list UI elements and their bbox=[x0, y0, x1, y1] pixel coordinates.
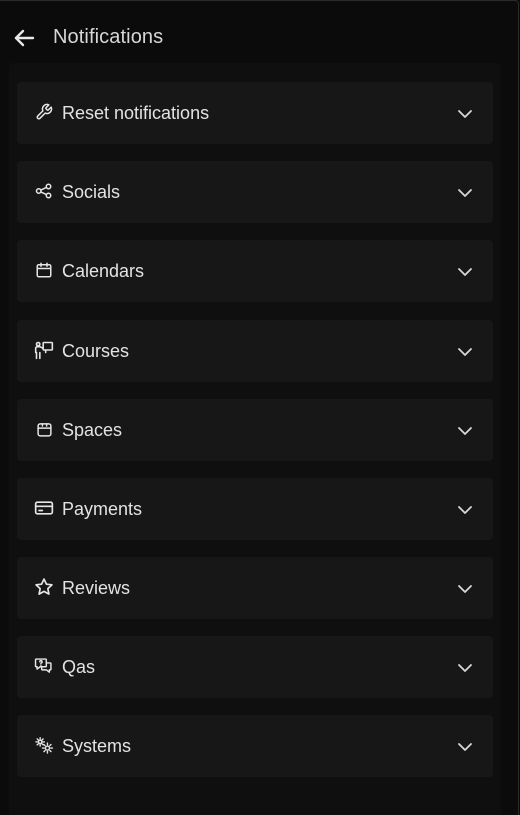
chevron-down-icon[interactable] bbox=[456, 343, 474, 361]
back-button[interactable] bbox=[12, 27, 36, 49]
chat-question-icon bbox=[34, 656, 54, 676]
wrench-icon bbox=[34, 102, 54, 122]
chevron-down-icon[interactable] bbox=[456, 501, 474, 519]
chevron-down-icon[interactable] bbox=[456, 580, 474, 598]
section-label: Reviews bbox=[62, 578, 131, 598]
section-systems[interactable]: Systems bbox=[17, 715, 493, 777]
star-icon bbox=[34, 577, 54, 597]
section-label: Qas bbox=[62, 657, 96, 677]
chevron-down-icon[interactable] bbox=[456, 738, 474, 756]
section-courses[interactable]: Courses bbox=[17, 320, 493, 382]
section-label: Socials bbox=[62, 182, 121, 202]
section-label: Systems bbox=[62, 736, 132, 756]
section-reset-notifications[interactable]: Reset notifications bbox=[17, 82, 493, 144]
chevron-down-icon[interactable] bbox=[456, 659, 474, 677]
share-nodes-icon bbox=[34, 181, 54, 201]
section-spaces[interactable]: Spaces bbox=[17, 399, 493, 461]
credit-card-icon bbox=[34, 498, 54, 518]
section-label: Reset notifications bbox=[62, 103, 210, 123]
page-title: Notifications bbox=[53, 26, 164, 48]
calendar-icon bbox=[34, 260, 54, 280]
chevron-down-icon[interactable] bbox=[456, 422, 474, 440]
section-calendars[interactable]: Calendars bbox=[17, 240, 493, 302]
arrow-left-icon bbox=[13, 28, 35, 48]
section-label: Payments bbox=[62, 499, 143, 519]
settings-panel: Reset notifications Socials Calendars Co… bbox=[9, 63, 501, 815]
teacher-board-icon bbox=[34, 340, 54, 360]
section-label: Calendars bbox=[62, 261, 145, 281]
section-label: Courses bbox=[62, 341, 130, 361]
chevron-down-icon[interactable] bbox=[456, 105, 474, 123]
section-reviews[interactable]: Reviews bbox=[17, 557, 493, 619]
section-socials[interactable]: Socials bbox=[17, 161, 493, 223]
section-payments[interactable]: Payments bbox=[17, 478, 493, 540]
notifications-screen: Notifications Reset notifications Social… bbox=[0, 0, 519, 815]
section-label: Spaces bbox=[62, 420, 123, 440]
chevron-down-icon[interactable] bbox=[456, 184, 474, 202]
space-box-icon bbox=[34, 419, 54, 439]
chevron-down-icon[interactable] bbox=[456, 263, 474, 281]
section-qas[interactable]: Qas bbox=[17, 636, 493, 698]
gears-icon bbox=[34, 735, 54, 755]
